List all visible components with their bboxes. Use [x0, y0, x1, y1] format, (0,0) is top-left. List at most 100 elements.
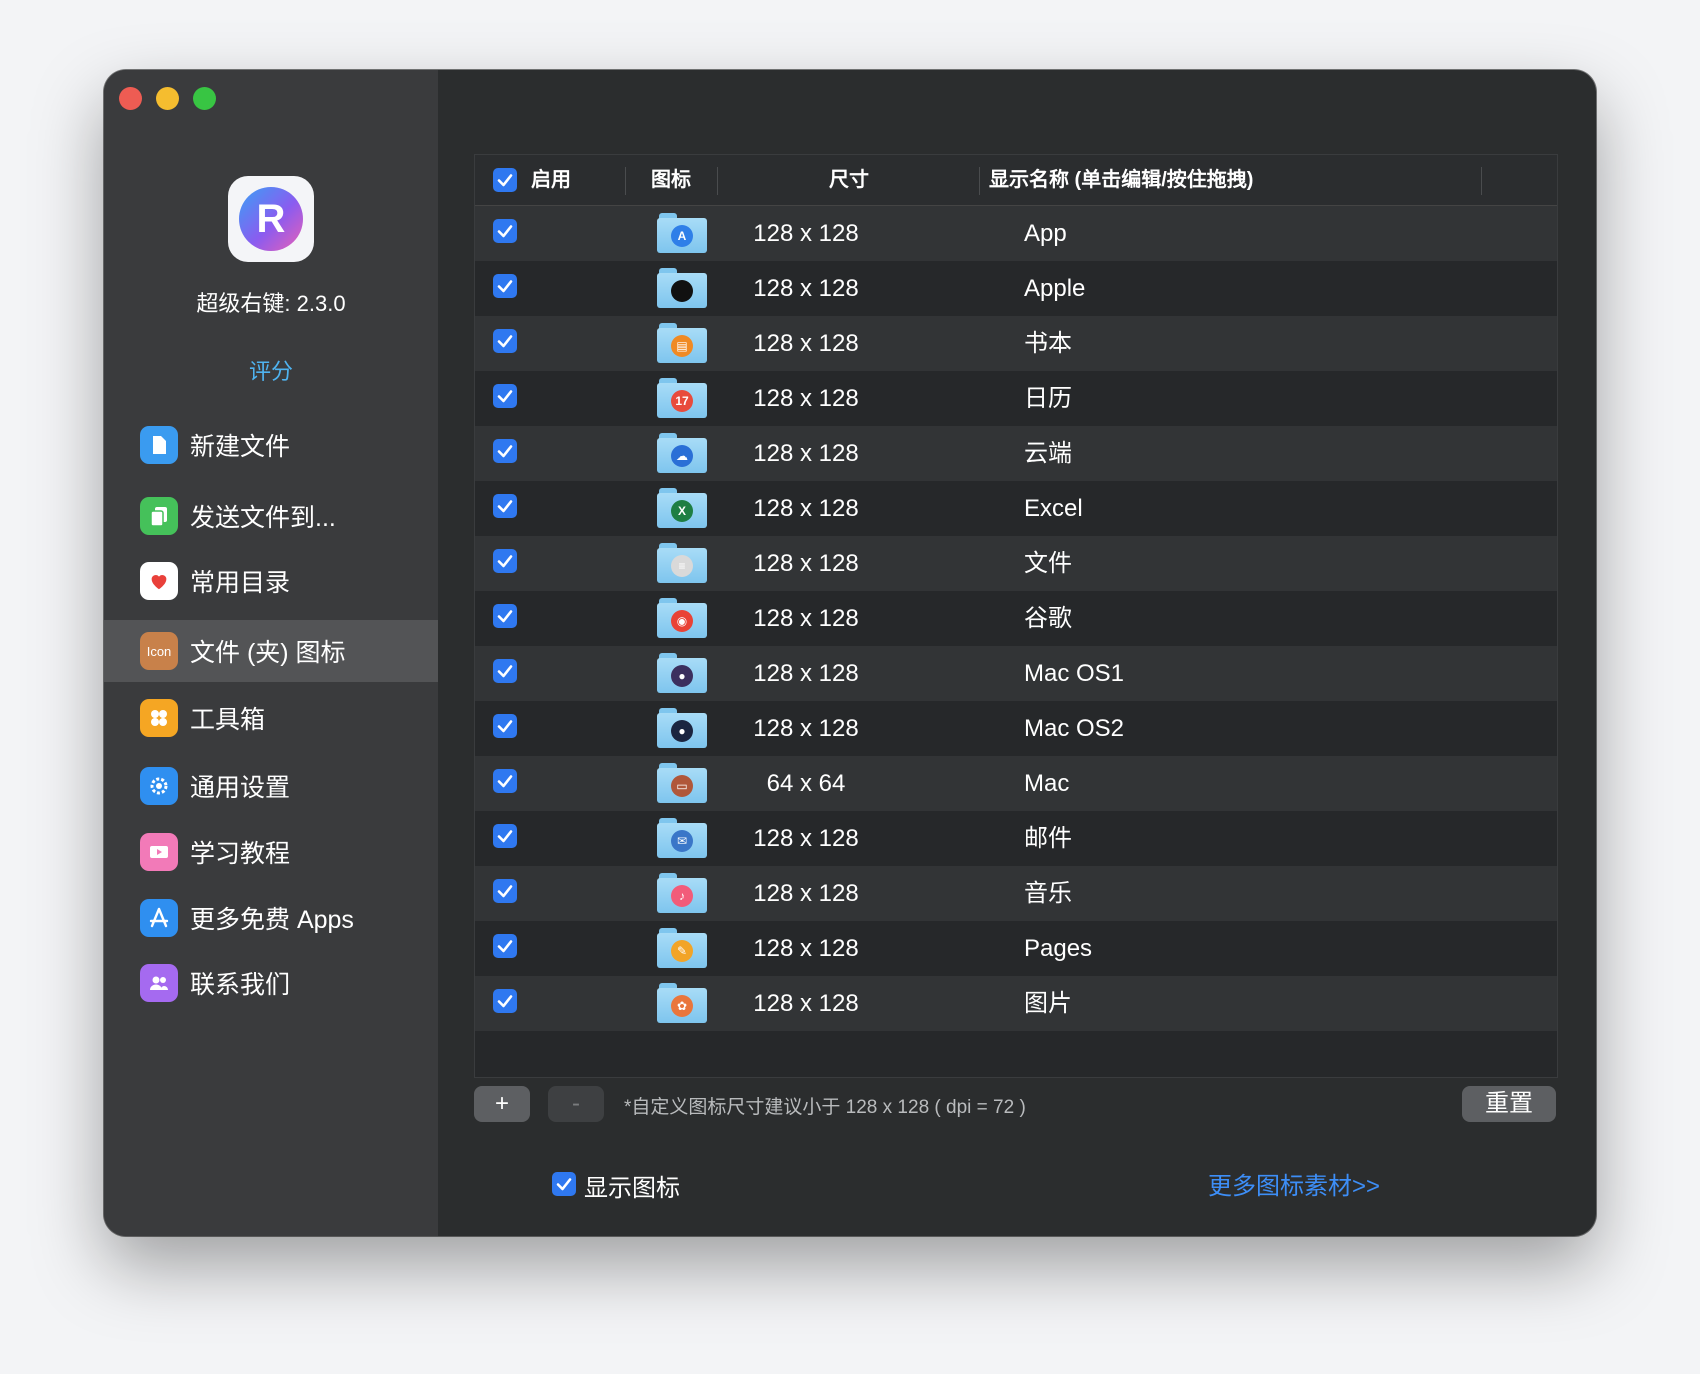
- more-icons-link[interactable]: 更多图标素材>>: [1208, 1166, 1380, 1201]
- row-display-name[interactable]: 书本: [1024, 316, 1072, 371]
- header-display-name[interactable]: 显示名称 (单击编辑/按住拖拽): [989, 155, 1253, 205]
- table-row[interactable]: A 128 x 128 App: [475, 206, 1557, 261]
- add-button[interactable]: +: [474, 1086, 530, 1122]
- row-enable-checkbox[interactable]: [493, 219, 517, 243]
- table-header: 启用 图标 尺寸 显示名称 (单击编辑/按住拖拽): [475, 155, 1557, 206]
- table-row[interactable]: 17 128 x 128 日历: [475, 371, 1557, 426]
- table-row[interactable]: 128 x 128 Apple: [475, 261, 1557, 316]
- mail-folder-icon: ✉: [657, 818, 707, 858]
- show-icon-checkbox[interactable]: [552, 1172, 576, 1196]
- row-enable-checkbox[interactable]: [493, 494, 517, 518]
- icon-table: 启用 图标 尺寸 显示名称 (单击编辑/按住拖拽) A 128 x 128 App 1…: [474, 154, 1558, 1078]
- sidebar-item-9[interactable]: 联系我们: [104, 952, 438, 1014]
- heart-icon: [140, 562, 178, 600]
- table-row[interactable]: X 128 x 128 Excel: [475, 481, 1557, 536]
- row-size: 128 x 128: [753, 935, 859, 962]
- photos-folder-icon: ✿: [657, 983, 707, 1023]
- row-enable-checkbox[interactable]: [493, 989, 517, 1013]
- sidebar-item-1[interactable]: 新建文件: [104, 414, 438, 476]
- table-row[interactable]: ✎ 128 x 128 Pages: [475, 921, 1557, 976]
- sidebar-item-3[interactable]: 常用目录: [104, 550, 438, 612]
- sidebar-item-label: 通用设置: [190, 774, 291, 802]
- row-display-name[interactable]: 邮件: [1024, 811, 1072, 866]
- row-display-name[interactable]: 谷歌: [1024, 591, 1072, 646]
- row-display-name[interactable]: 云端: [1024, 426, 1072, 481]
- folder-icon-icon: Icon: [140, 632, 178, 670]
- header-icon[interactable]: 图标: [651, 155, 691, 205]
- sidebar-item-label: 工具箱: [190, 706, 266, 734]
- folder-glyph-icon: ✎: [671, 940, 693, 962]
- row-display-name[interactable]: App: [1024, 206, 1067, 261]
- pages-folder-icon: ✎: [657, 928, 707, 968]
- sidebar-item-4[interactable]: Icon 文件 (夹) 图标: [104, 620, 438, 682]
- row-enable-checkbox[interactable]: [493, 439, 517, 463]
- row-display-name[interactable]: 音乐: [1024, 866, 1072, 921]
- minimize-window-button[interactable]: [156, 87, 179, 110]
- row-display-name[interactable]: Mac OS1: [1024, 646, 1124, 701]
- sidebar-item-8[interactable]: 更多免费 Apps: [104, 887, 438, 949]
- table-row[interactable]: ✿ 128 x 128 图片: [475, 976, 1557, 1031]
- column-divider: [979, 167, 980, 195]
- rate-link[interactable]: 评分: [104, 354, 438, 386]
- close-window-button[interactable]: [119, 87, 142, 110]
- header-size[interactable]: 尺寸: [829, 155, 869, 205]
- sidebar-item-6[interactable]: 通用设置: [104, 755, 438, 817]
- app-version: 超级右键: 2.3.0: [196, 291, 346, 316]
- header-enable[interactable]: 启用: [531, 155, 571, 205]
- row-enable-checkbox[interactable]: [493, 604, 517, 628]
- mac-folder-icon: ▭: [657, 763, 707, 803]
- checkmark-icon: [497, 225, 513, 238]
- row-display-name[interactable]: Apple: [1024, 261, 1085, 316]
- table-row[interactable]: ☁ 128 x 128 云端: [475, 426, 1557, 481]
- checkmark-icon: [497, 555, 513, 568]
- cloud-folder-icon: ☁: [657, 433, 707, 473]
- sidebar-item-7[interactable]: 学习教程: [104, 821, 438, 883]
- table-row[interactable]: ● 128 x 128 Mac OS2: [475, 701, 1557, 756]
- row-enable-checkbox[interactable]: [493, 384, 517, 408]
- zoom-window-button[interactable]: [193, 87, 216, 110]
- toolbox-icon: [140, 699, 178, 737]
- table-row[interactable]: ≡ 128 x 128 文件: [475, 536, 1557, 591]
- row-enable-checkbox[interactable]: [493, 879, 517, 903]
- sidebar-item-5[interactable]: 工具箱: [104, 687, 438, 749]
- folder-glyph-icon: ◉: [671, 610, 693, 632]
- macos-folder-icon: ●: [657, 653, 707, 693]
- remove-button[interactable]: -: [548, 1086, 604, 1122]
- sidebar-item-2[interactable]: 发送文件到...: [104, 485, 438, 547]
- row-display-name[interactable]: Mac OS2: [1024, 701, 1124, 756]
- table-row[interactable]: ◉ 128 x 128 谷歌: [475, 591, 1557, 646]
- row-enable-checkbox[interactable]: [493, 769, 517, 793]
- row-display-name[interactable]: 图片: [1024, 976, 1072, 1031]
- row-enable-checkbox[interactable]: [493, 824, 517, 848]
- row-enable-checkbox[interactable]: [493, 274, 517, 298]
- app-logo: R: [228, 176, 314, 262]
- folder-glyph-icon: ✉: [671, 830, 693, 852]
- app-window: R 超级右键: 2.3.0 评分 新建文件发送文件到... 常用目录 Icon 文件 …: [104, 70, 1596, 1236]
- select-all-checkbox[interactable]: [493, 168, 517, 192]
- table-row[interactable]: ▭ 64 x 64 Mac: [475, 756, 1557, 811]
- document-folder-icon: ≡: [657, 543, 707, 583]
- row-enable-checkbox[interactable]: [493, 329, 517, 353]
- send-files-icon: [140, 497, 178, 535]
- row-size: 128 x 128: [753, 495, 859, 522]
- row-display-name[interactable]: 日历: [1024, 371, 1072, 426]
- row-display-name[interactable]: Pages: [1024, 921, 1092, 976]
- sidebar-item-label: 常用目录: [190, 569, 291, 597]
- table-row[interactable]: ● 128 x 128 Mac OS1: [475, 646, 1557, 701]
- row-enable-checkbox[interactable]: [493, 549, 517, 573]
- row-display-name[interactable]: 文件: [1024, 536, 1072, 591]
- new-file-icon: [140, 426, 178, 464]
- gear-icon: [140, 767, 178, 805]
- row-enable-checkbox[interactable]: [493, 714, 517, 738]
- row-enable-checkbox[interactable]: [493, 659, 517, 683]
- table-row[interactable]: ♪ 128 x 128 音乐: [475, 866, 1557, 921]
- row-enable-checkbox[interactable]: [493, 934, 517, 958]
- table-row[interactable]: ▤ 128 x 128 书本: [475, 316, 1557, 371]
- reset-button[interactable]: 重置: [1462, 1086, 1556, 1122]
- row-size: 128 x 128: [753, 715, 859, 742]
- table-row[interactable]: ✉ 128 x 128 邮件: [475, 811, 1557, 866]
- row-size: 128 x 128: [753, 385, 859, 412]
- checkmark-icon: [497, 830, 513, 843]
- row-display-name[interactable]: Mac: [1024, 756, 1069, 811]
- row-display-name[interactable]: Excel: [1024, 481, 1083, 536]
